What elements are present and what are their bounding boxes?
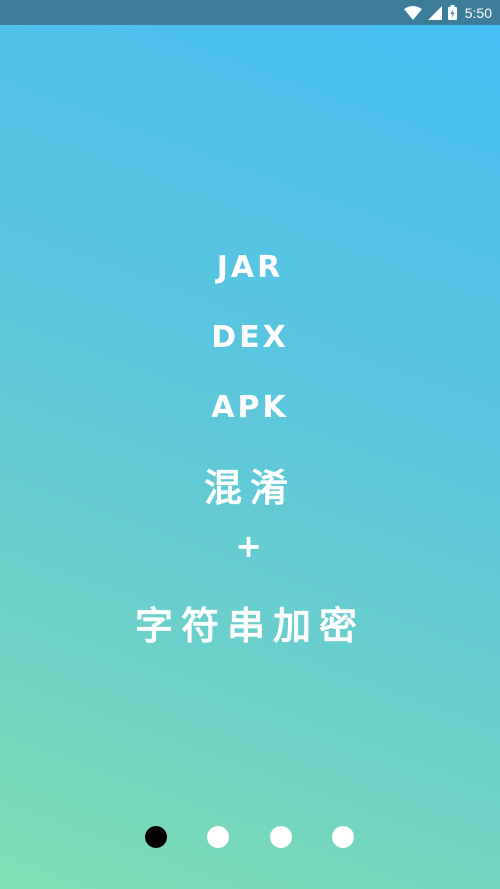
status-bar: 5:50	[0, 0, 500, 25]
text-line-plus: +	[235, 527, 265, 565]
text-line-obfuscation: 混淆	[203, 466, 296, 510]
signal-icon	[427, 5, 442, 20]
text-line-jar: JAR	[216, 250, 284, 285]
page-dot-4[interactable]	[332, 826, 354, 848]
wifi-icon	[403, 5, 422, 20]
page-dot-1[interactable]	[145, 826, 167, 848]
page-indicator	[0, 826, 500, 848]
text-line-apk: APK	[211, 390, 289, 425]
text-line-string-encryption: 字符串加密	[134, 604, 365, 648]
splash-screen[interactable]: 5:50 JAR DEX APK 混淆 + 字符串加密	[0, 0, 500, 889]
text-line-dex: DEX	[211, 320, 289, 355]
status-time: 5:50	[464, 4, 492, 21]
page-dot-2[interactable]	[207, 826, 229, 848]
page-dot-3[interactable]	[270, 826, 292, 848]
battery-icon	[447, 5, 457, 20]
